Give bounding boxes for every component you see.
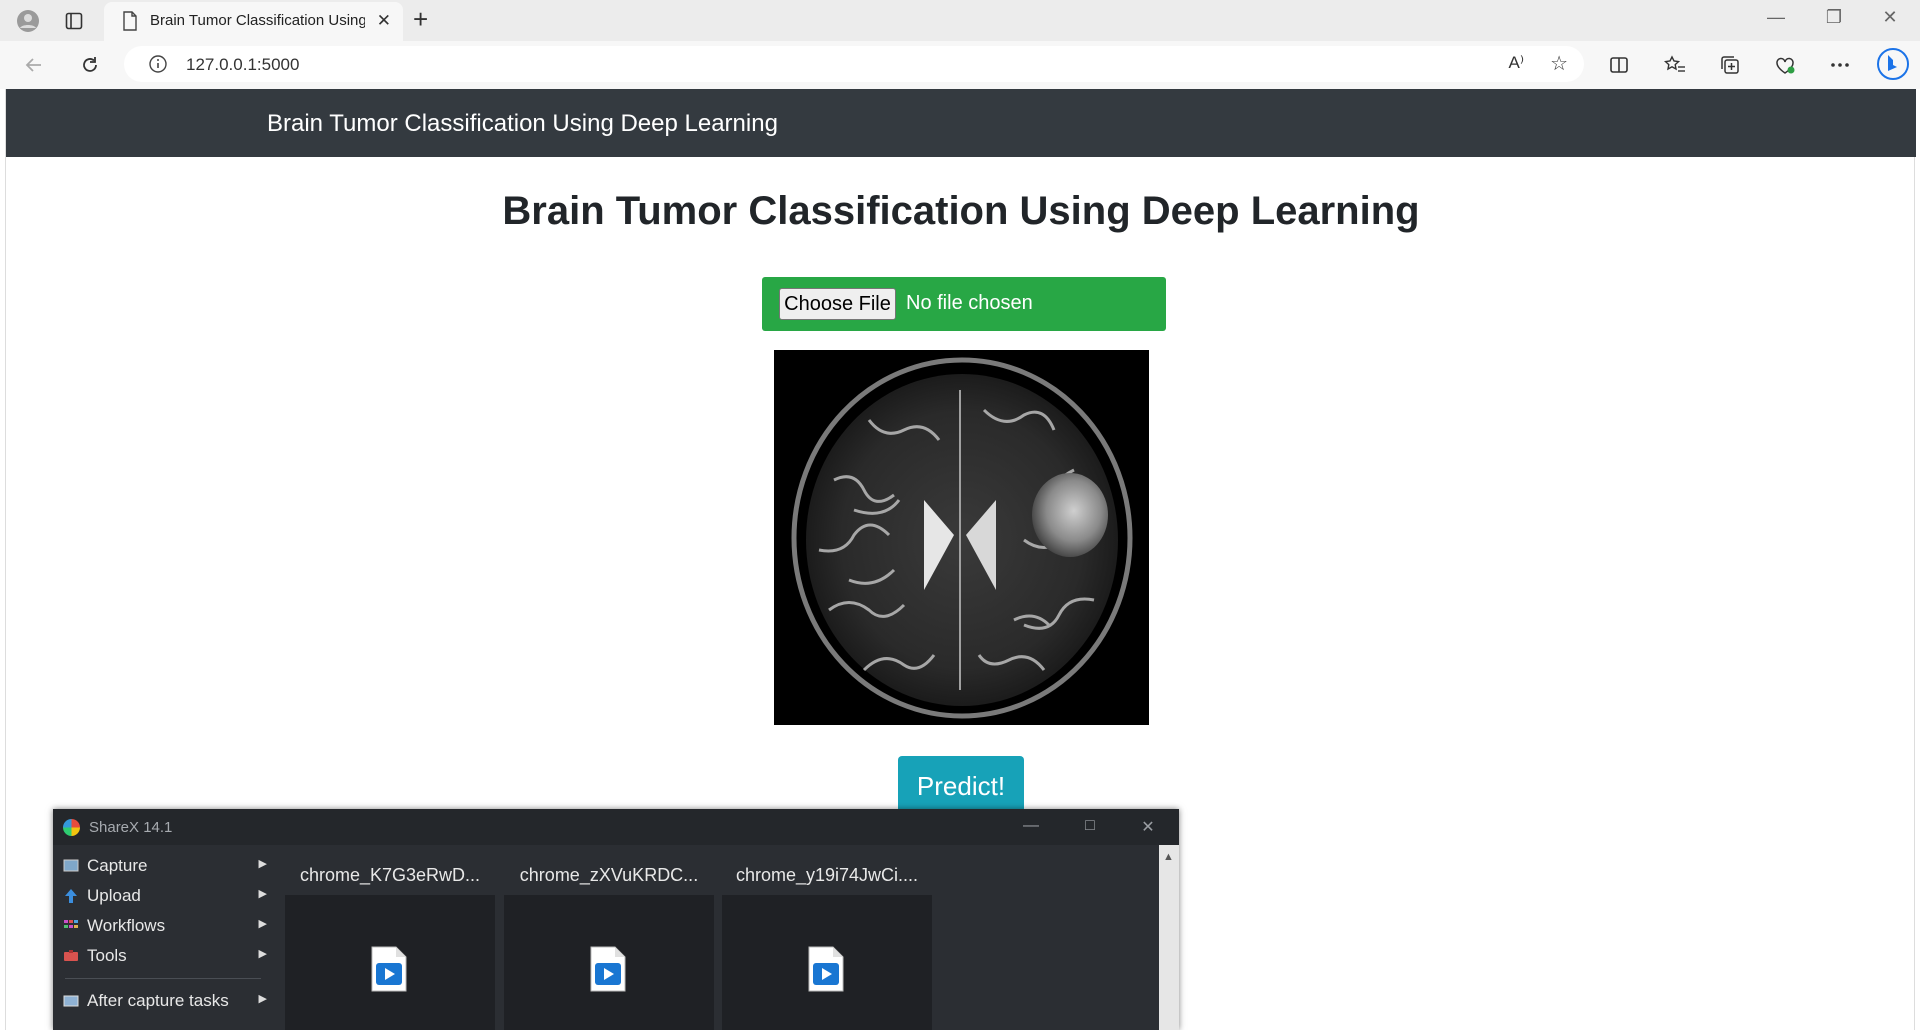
- predict-button[interactable]: Predict!: [898, 756, 1024, 816]
- tab-actions-icon[interactable]: [61, 8, 87, 34]
- mri-preview-image: [774, 350, 1149, 725]
- submenu-arrow-icon: ▶: [258, 993, 267, 1005]
- url-text[interactable]: 127.0.0.1:5000: [186, 55, 299, 75]
- document-icon: [122, 11, 138, 36]
- browser-tab[interactable]: Brain Tumor Classification Using Deep Le…: [104, 2, 403, 41]
- favorites-icon[interactable]: [1661, 51, 1689, 79]
- browser-titlebar: Brain Tumor Classification Using Deep Le…: [0, 0, 1920, 41]
- split-screen-icon[interactable]: [1605, 51, 1633, 79]
- submenu-arrow-icon: ▶: [258, 948, 267, 960]
- sharex-menu-capture[interactable]: Capture ▶: [61, 853, 271, 879]
- workflows-icon: [63, 918, 79, 932]
- sharex-menu-after-capture[interactable]: After capture tasks ▶: [61, 988, 271, 1014]
- navbar-brand[interactable]: Brain Tumor Classification Using Deep Le…: [267, 110, 778, 138]
- more-options-icon[interactable]: [1826, 51, 1854, 79]
- choose-file-button[interactable]: Choose File: [779, 288, 896, 320]
- file-thumbnail[interactable]: [285, 895, 495, 1030]
- sharex-titlebar[interactable]: ShareX 14.1 — □ ✕: [53, 809, 1179, 845]
- video-file-icon: [808, 946, 844, 992]
- refresh-icon[interactable]: [76, 51, 104, 79]
- video-file-icon: [590, 946, 626, 992]
- file-status-text: No file chosen: [906, 292, 1033, 314]
- copilot-icon[interactable]: [1876, 47, 1910, 81]
- submenu-arrow-icon: ▶: [258, 858, 267, 870]
- sharex-window: ShareX 14.1 — □ ✕ Capture ▶ Upload ▶ Wor…: [53, 809, 1179, 1030]
- sharex-menu-upload[interactable]: Upload ▶: [61, 883, 271, 909]
- video-file-icon: [371, 946, 407, 992]
- submenu-arrow-icon: ▶: [258, 918, 267, 930]
- menu-divider: [65, 978, 261, 979]
- close-window-icon[interactable]: ✕: [1870, 7, 1910, 28]
- restore-icon[interactable]: ❐: [1814, 7, 1854, 28]
- upload-icon: [63, 888, 79, 903]
- sharex-menu-label: Upload: [87, 886, 141, 905]
- file-name: chrome_K7G3eRwD...: [299, 865, 481, 885]
- sharex-title: ShareX 14.1: [89, 819, 173, 836]
- sharex-menu-label: Capture: [87, 856, 148, 875]
- sharex-close-icon[interactable]: ✕: [1128, 817, 1168, 837]
- file-thumbnail[interactable]: [722, 895, 932, 1030]
- minimize-icon[interactable]: —: [1756, 7, 1796, 28]
- tools-icon: [63, 948, 79, 962]
- collections-icon[interactable]: [1716, 51, 1744, 79]
- sharex-maximize-icon[interactable]: □: [1070, 817, 1110, 835]
- file-upload-form: Choose File No file chosen: [762, 277, 1166, 331]
- sharex-menu-label: Tools: [87, 946, 127, 965]
- sharex-logo-icon: [63, 819, 80, 836]
- profile-icon[interactable]: [15, 8, 41, 34]
- sharex-menu-tools[interactable]: Tools ▶: [61, 943, 271, 969]
- sharex-history: chrome_K7G3eRwD... chrome_zXVuKRDC... ch…: [285, 845, 1145, 1030]
- page-title: Brain Tumor Classification Using Deep Le…: [502, 189, 1420, 233]
- site-info-icon[interactable]: [148, 54, 168, 79]
- file-name: chrome_y19i74JwCi....: [735, 865, 919, 885]
- browser-toolbar: 127.0.0.1:5000 A⁾ ☆: [0, 41, 1920, 89]
- sharex-menu-label: After capture tasks: [87, 991, 229, 1010]
- sharex-menu-workflows[interactable]: Workflows ▶: [61, 913, 271, 939]
- after-capture-icon: [63, 993, 79, 1007]
- tab-close-icon[interactable]: ✕: [377, 11, 391, 31]
- sharex-scrollbar[interactable]: ▲: [1159, 845, 1179, 1030]
- sharex-minimize-icon[interactable]: —: [1011, 817, 1051, 835]
- favorite-star-icon[interactable]: ☆: [1550, 51, 1568, 76]
- submenu-arrow-icon: ▶: [258, 888, 267, 900]
- scroll-up-icon[interactable]: ▲: [1163, 851, 1174, 863]
- back-icon[interactable]: [20, 51, 48, 79]
- file-name: chrome_zXVuKRDC...: [519, 865, 699, 885]
- navbar: Brain Tumor Classification Using Deep Le…: [6, 89, 1916, 157]
- browser-essentials-icon[interactable]: [1771, 51, 1799, 79]
- sharex-menu-label: Workflows: [87, 916, 166, 935]
- capture-icon: [63, 858, 79, 872]
- tab-title: Brain Tumor Classification Using Deep Le…: [150, 12, 365, 29]
- new-tab-button[interactable]: +: [413, 6, 428, 32]
- read-aloud-icon[interactable]: A⁾: [1508, 53, 1524, 73]
- sharex-menu: Capture ▶ Upload ▶ Workflows ▶ Tools ▶ A…: [53, 845, 273, 1030]
- file-thumbnail[interactable]: [504, 895, 714, 1030]
- address-bar[interactable]: 127.0.0.1:5000 A⁾ ☆: [124, 46, 1584, 82]
